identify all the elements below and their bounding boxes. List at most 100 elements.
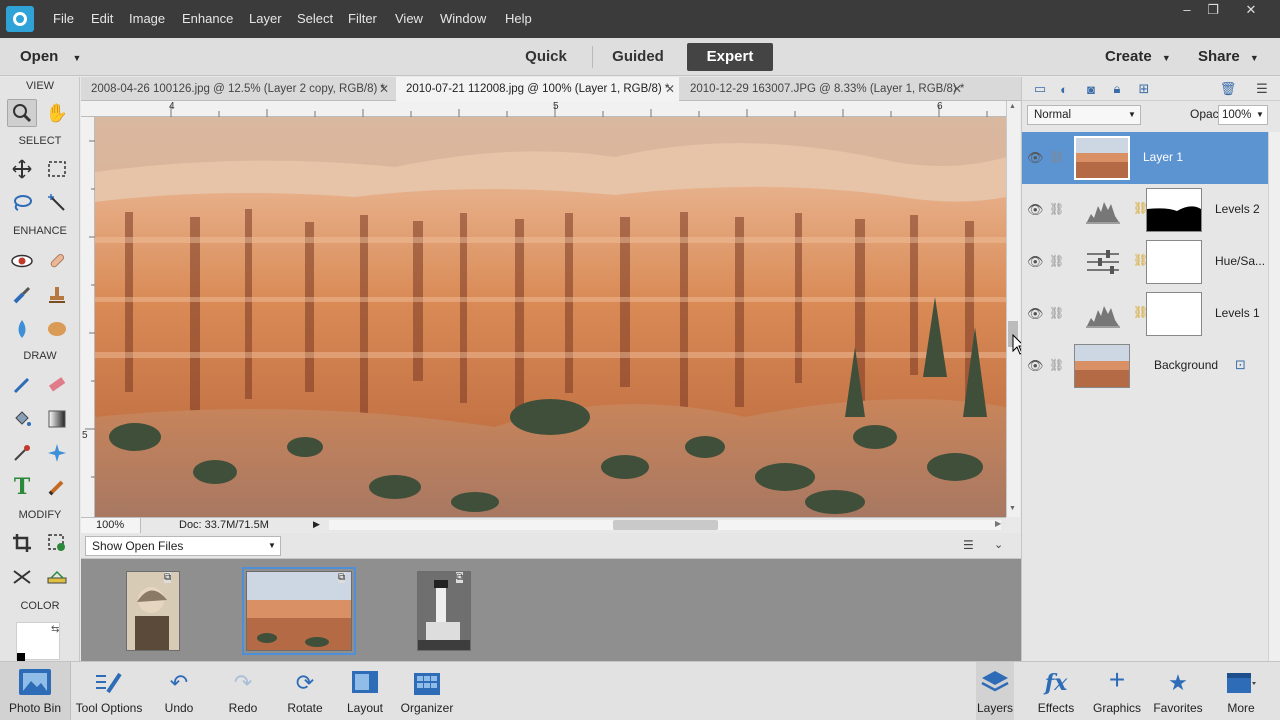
layers-scrollbar[interactable] xyxy=(1268,132,1280,661)
recompose-tool-icon[interactable] xyxy=(42,529,72,557)
type-tool-icon[interactable]: T xyxy=(7,473,37,501)
menu-filter[interactable]: Filter xyxy=(348,0,377,38)
content-aware-move-icon[interactable] xyxy=(7,563,37,591)
visibility-eye-icon[interactable]: 👁︎ xyxy=(1027,254,1044,269)
tab-quick[interactable]: Quick xyxy=(508,43,584,71)
bin-menu-icon[interactable]: ☰ xyxy=(963,538,974,552)
menu-enhance[interactable]: Enhance xyxy=(182,0,233,38)
hand-tool-icon[interactable]: ✋ xyxy=(42,99,72,127)
create-button[interactable]: Create ▼ xyxy=(1105,38,1171,76)
doc-tab-3[interactable]: 2010-12-29 163007.JPG @ 8.33% (Layer 1, … xyxy=(680,77,970,101)
trash-icon[interactable]: 🗑︎ xyxy=(1220,81,1237,97)
link-icon[interactable]: ⛓︎ xyxy=(1049,358,1064,372)
rotate-button[interactable]: ⟳ Rotate xyxy=(280,662,330,720)
menu-select[interactable]: Select xyxy=(297,0,333,38)
layer-row-background[interactable]: 👁︎ ⛓︎ Background ⊡ xyxy=(1022,340,1268,392)
link-icon[interactable]: ⛓︎ xyxy=(1049,202,1064,216)
graphics-button[interactable]: + Graphics xyxy=(1092,662,1142,720)
menu-file[interactable]: File xyxy=(53,0,74,38)
link-icon[interactable]: ⛓︎ xyxy=(1049,150,1064,164)
lasso-tool-icon[interactable] xyxy=(7,189,37,217)
adjustment-layer-icon[interactable]: ◐ xyxy=(1056,81,1072,97)
redo-button[interactable]: ↷ Redo xyxy=(219,662,267,720)
lock-all-icon[interactable]: ⊞ xyxy=(1136,81,1152,97)
brush-tool-icon[interactable] xyxy=(7,371,37,399)
layer-mask-icon[interactable]: ◙ xyxy=(1083,81,1099,97)
zoom-tool-icon[interactable] xyxy=(7,99,37,127)
sponge-tool-icon[interactable] xyxy=(42,315,72,343)
undo-button[interactable]: ↶ Undo xyxy=(155,662,203,720)
opacity-input[interactable]: 100% ▼ xyxy=(1218,105,1268,125)
visibility-eye-icon[interactable]: 👁︎ xyxy=(1027,202,1044,217)
image-canvas[interactable] xyxy=(95,117,1006,517)
more-button[interactable]: More xyxy=(1220,662,1262,720)
healing-brush-icon[interactable] xyxy=(42,247,72,275)
menu-help[interactable]: Help xyxy=(505,0,532,38)
tab-guided[interactable]: Guided xyxy=(600,43,676,71)
visibility-eye-icon[interactable]: 👁︎ xyxy=(1027,358,1044,373)
smart-brush-icon[interactable] xyxy=(7,281,37,309)
layers-button[interactable]: Layers xyxy=(976,662,1014,720)
link-icon[interactable]: ⛓︎ xyxy=(1049,306,1064,320)
custom-shape-tool-icon[interactable] xyxy=(42,439,72,467)
layer-row-levels-1[interactable]: 👁︎ ⛓︎ ⛓︎ Levels 1 xyxy=(1022,288,1268,340)
scroll-up-icon[interactable]: ▲ xyxy=(1009,103,1016,110)
panel-menu-icon[interactable]: ☰ xyxy=(1254,81,1270,97)
scroll-down-icon[interactable]: ▼ xyxy=(1009,505,1016,512)
close-icon[interactable]: ✕ xyxy=(379,77,389,101)
visibility-eye-icon[interactable]: 👁︎ xyxy=(1027,150,1044,165)
close-icon[interactable]: ✕ xyxy=(665,77,675,101)
visibility-eye-icon[interactable]: 👁︎ xyxy=(1027,306,1044,321)
tool-options-button[interactable]: Tool Options xyxy=(72,662,146,720)
new-layer-icon[interactable]: ▭ xyxy=(1032,81,1048,97)
zoom-level-field[interactable]: 100% xyxy=(81,518,141,533)
scroll-right-icon[interactable]: ▶ xyxy=(995,519,1001,528)
favorites-button[interactable]: ★ Favorites xyxy=(1153,662,1203,720)
eraser-tool-icon[interactable] xyxy=(42,371,72,399)
layer-row-levels-2[interactable]: 👁︎ ⛓︎ ⛓︎ Levels 2 xyxy=(1022,184,1268,236)
menu-image[interactable]: Image xyxy=(129,0,165,38)
share-button[interactable]: Share ▼ xyxy=(1198,38,1259,76)
foreground-color-swatch[interactable] xyxy=(17,653,25,661)
lock-icon[interactable]: 🔒︎ xyxy=(1109,81,1125,97)
swap-colors-icon[interactable]: ⇆ xyxy=(51,624,59,635)
gradient-tool-icon[interactable] xyxy=(42,405,72,433)
status-menu-arrow-icon[interactable]: ▶ xyxy=(313,519,320,530)
photo-bin-button[interactable]: Photo Bin xyxy=(0,662,71,720)
doc-tab-1[interactable]: 2008-04-26 100126.jpg @ 12.5% (Layer 2 c… xyxy=(81,77,393,101)
doc-tab-2[interactable]: 2010-07-21 112008.jpg @ 100% (Layer 1, R… xyxy=(396,77,679,101)
pencil-tool-icon[interactable] xyxy=(42,473,72,501)
menu-edit[interactable]: Edit xyxy=(91,0,113,38)
blur-tool-icon[interactable] xyxy=(7,315,37,343)
paint-bucket-icon[interactable] xyxy=(7,405,37,433)
thumbnail-lighthouse[interactable] xyxy=(417,571,471,651)
background-lock-icon[interactable]: ⊡ xyxy=(1235,357,1246,373)
clone-stamp-icon[interactable] xyxy=(42,281,72,309)
organizer-button[interactable]: Organizer xyxy=(398,662,456,720)
layout-button[interactable]: Layout xyxy=(341,662,389,720)
move-tool-icon[interactable] xyxy=(7,155,37,183)
color-swatches[interactable]: ⇆ xyxy=(16,622,60,661)
thumbnail-portrait[interactable] xyxy=(126,571,180,651)
marquee-tool-icon[interactable] xyxy=(42,155,72,183)
canvas-vertical-scrollbar[interactable]: ▲ ▼ xyxy=(1006,101,1020,517)
maximize-button[interactable]: ❐ xyxy=(1199,3,1227,18)
magic-wand-tool-icon[interactable] xyxy=(42,189,72,217)
open-button[interactable]: Open ▼ xyxy=(20,38,81,76)
eyedropper-tool-icon[interactable] xyxy=(7,439,37,467)
app-logo-icon[interactable] xyxy=(6,6,34,32)
straighten-tool-icon[interactable] xyxy=(42,563,72,591)
menu-view[interactable]: View xyxy=(395,0,423,38)
close-window-button[interactable]: ✕ xyxy=(1237,3,1265,18)
horizontal-scroll-thumb[interactable] xyxy=(613,520,718,530)
link-icon[interactable]: ⛓︎ xyxy=(1049,254,1064,268)
close-icon[interactable]: ✕ xyxy=(952,77,962,101)
layer-row-hue-saturation[interactable]: 👁︎ ⛓︎ ⛓︎ Hue/Sa... xyxy=(1022,236,1268,288)
blend-mode-select[interactable]: Normal ▼ xyxy=(1027,105,1141,125)
crop-tool-icon[interactable] xyxy=(7,529,37,557)
collapse-bin-icon[interactable]: ⌄ xyxy=(994,538,1003,551)
effects-button[interactable]: fx Effects xyxy=(1034,662,1078,720)
red-eye-tool-icon[interactable] xyxy=(7,247,37,275)
layer-row-layer-1[interactable]: 👁︎ ⛓︎ Layer 1 xyxy=(1022,132,1268,184)
tab-expert[interactable]: Expert xyxy=(687,43,773,71)
